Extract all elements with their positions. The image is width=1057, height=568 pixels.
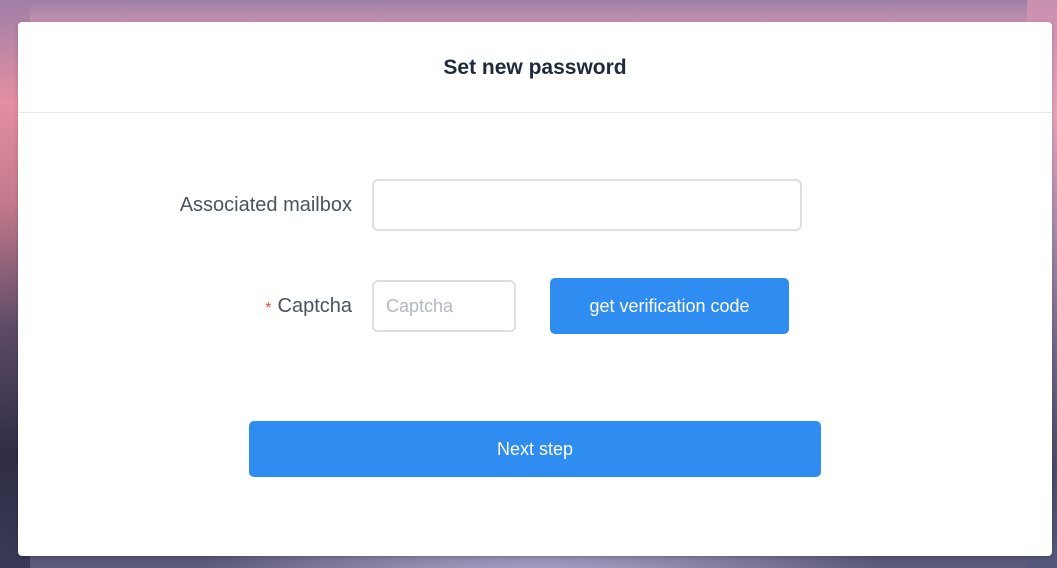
page-title: Set new password: [443, 56, 627, 79]
card-header: Set new password: [18, 22, 1052, 113]
mailbox-label: Associated mailbox: [18, 194, 372, 217]
captcha-form-row: * Captcha get verification code: [18, 278, 789, 334]
captcha-label: * Captcha: [18, 295, 372, 318]
captcha-label-text: Captcha: [277, 294, 353, 317]
get-verification-code-button[interactable]: get verification code: [550, 278, 789, 334]
captcha-input[interactable]: [372, 280, 516, 332]
mailbox-input[interactable]: [372, 179, 802, 231]
reset-password-card: Set new password Associated mailbox * Cap…: [18, 22, 1052, 556]
next-step-button[interactable]: Next step: [249, 421, 821, 477]
mailbox-form-row: Associated mailbox: [18, 179, 802, 231]
required-asterisk: *: [265, 299, 272, 317]
mailbox-label-text: Associated mailbox: [179, 193, 352, 216]
